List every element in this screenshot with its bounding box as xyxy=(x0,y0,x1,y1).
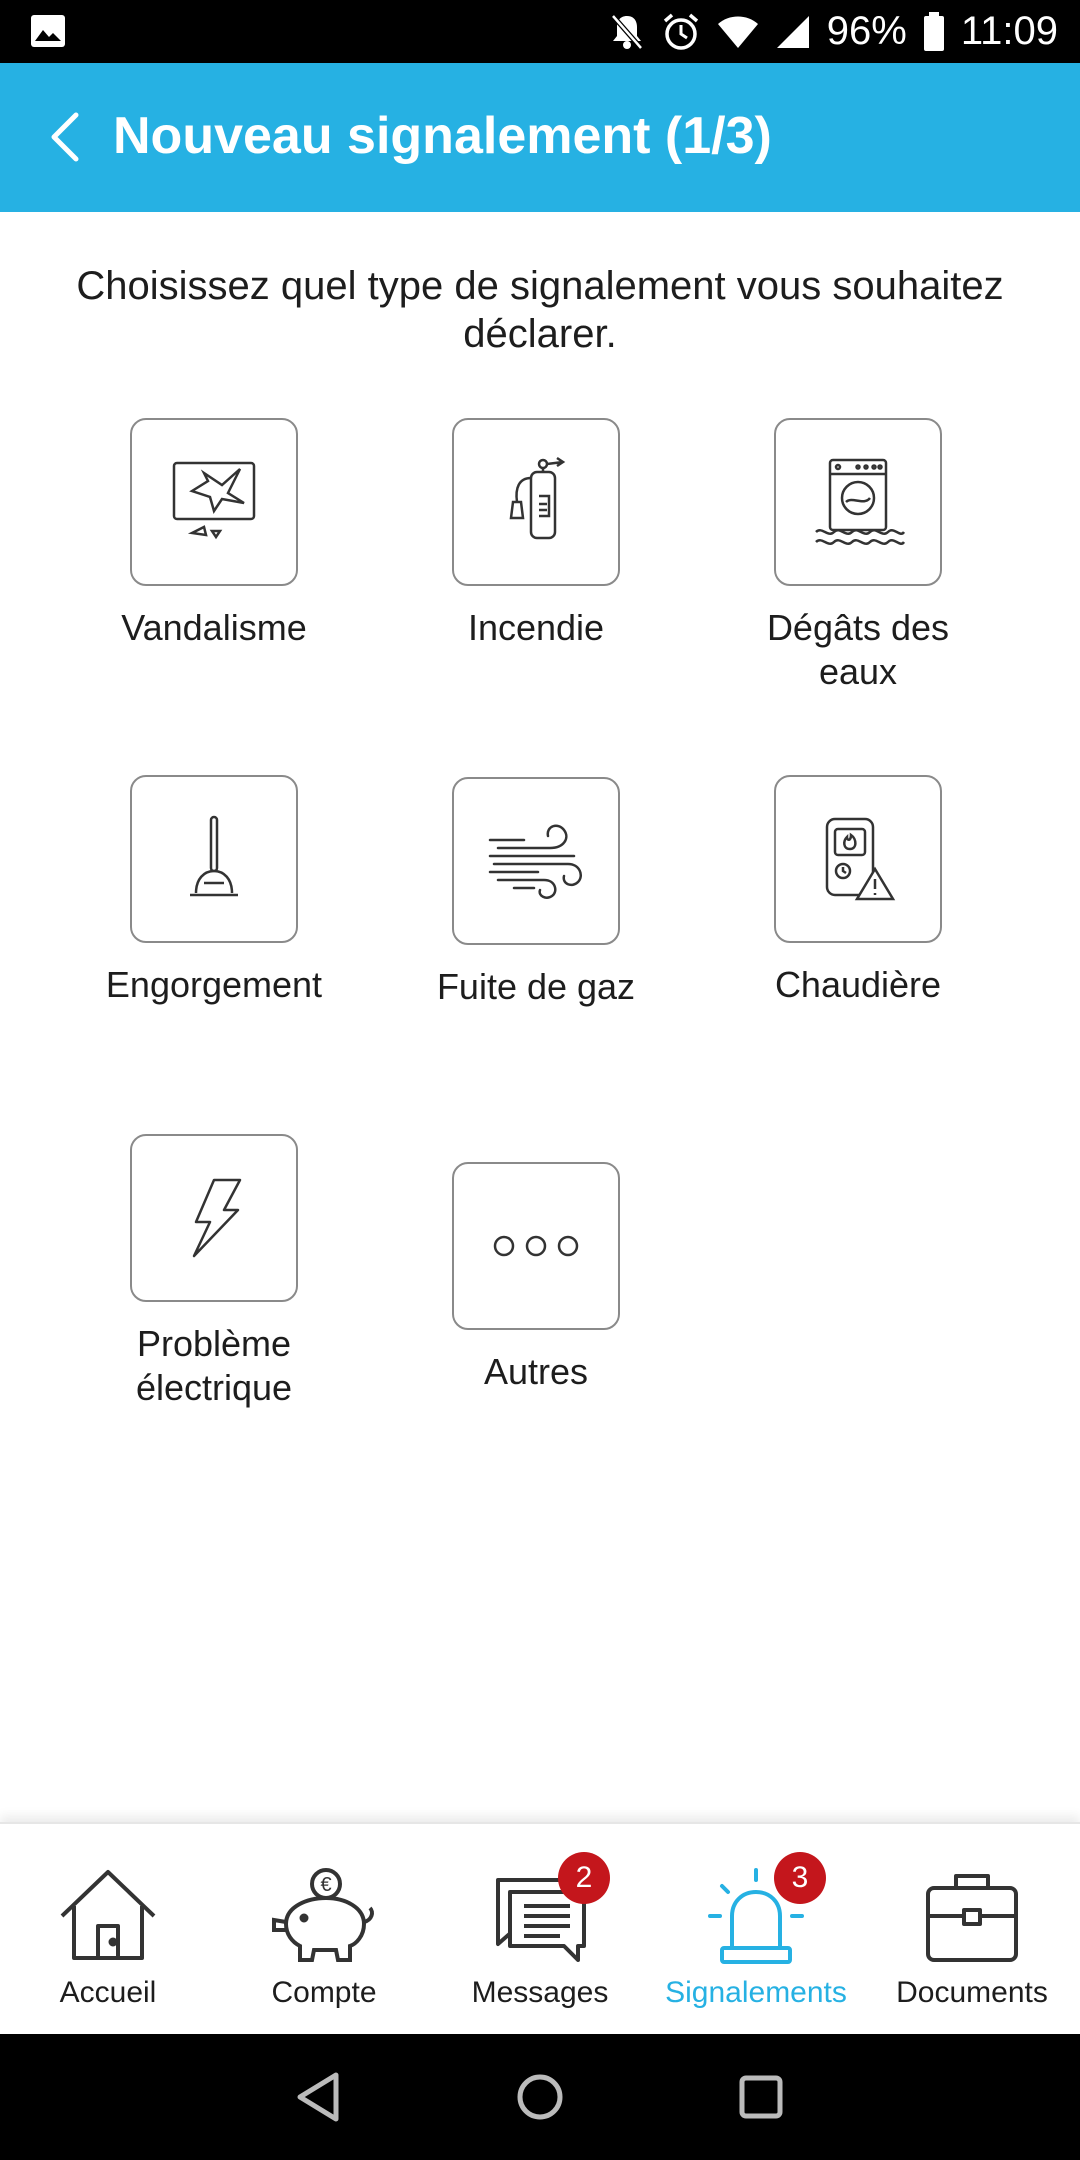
tile-box[interactable] xyxy=(130,775,298,943)
system-home-button[interactable] xyxy=(510,2067,570,2127)
tile-label: Autres xyxy=(483,1351,589,1392)
nav-label: Accueil xyxy=(59,1976,157,2009)
tile-box[interactable] xyxy=(452,418,620,586)
signal-icon xyxy=(775,14,811,50)
intro-text: Choisissez quel type de signalement vous… xyxy=(76,264,1004,356)
status-bar: 96% 11:09 xyxy=(0,0,1080,63)
briefcase-icon xyxy=(926,1874,1018,1962)
tile-probleme-electrique[interactable]: Problème électrique xyxy=(64,1134,364,1410)
tile-box[interactable] xyxy=(774,418,942,586)
tile-autres[interactable]: Autres xyxy=(386,1162,686,1394)
tile-fuite-de-gaz[interactable]: Fuite de gaz xyxy=(386,777,686,1009)
clock-time: 11:09 xyxy=(960,9,1058,53)
flooded-washing-machine-icon xyxy=(815,458,906,545)
fire-extinguisher-icon xyxy=(509,456,566,540)
back-arrow-icon xyxy=(51,112,79,162)
more-dots-icon xyxy=(493,1235,579,1257)
tile-vandalisme[interactable]: Vandalisme xyxy=(64,418,364,650)
lightning-icon xyxy=(192,1178,242,1258)
piggy-bank-icon: € xyxy=(272,1868,374,1962)
wind-icon xyxy=(488,824,582,899)
circle-home-icon xyxy=(517,2074,563,2120)
home-icon xyxy=(60,1870,156,1960)
tile-label: Chaudière xyxy=(774,964,942,1005)
nav-label: Messages xyxy=(471,1976,609,2009)
broken-screen-icon xyxy=(172,461,256,540)
tile-box[interactable] xyxy=(452,1162,620,1330)
boiler-warning-icon xyxy=(825,817,896,901)
battery-percent: 96% xyxy=(826,9,907,53)
tile-label: Fuite de gaz xyxy=(436,966,636,1007)
system-nav-bar xyxy=(0,2034,1080,2160)
tile-degats-des-eaux[interactable]: Dégâts des eaux xyxy=(708,418,1008,694)
triangle-back-icon xyxy=(297,2072,339,2122)
alarm-icon xyxy=(661,12,701,52)
wifi-icon xyxy=(717,15,759,49)
app-bar: Nouveau signalement (1/3) xyxy=(0,63,1080,212)
nav-label: Compte xyxy=(271,1976,377,2009)
tile-box[interactable] xyxy=(130,418,298,586)
tile-label: Dégâts des eaux xyxy=(766,607,950,692)
bottom-nav: Accueil € Compte 2 Messages 3 Signalemen… xyxy=(0,1822,1080,2034)
square-recents-icon xyxy=(739,2075,783,2119)
system-back-button[interactable] xyxy=(290,2067,350,2127)
page-title: Nouveau signalement (1/3) xyxy=(113,107,772,165)
tile-label: Incendie xyxy=(467,607,605,648)
nav-signalements[interactable]: 3 Signalements xyxy=(648,1824,864,2036)
plunger-icon xyxy=(190,815,238,897)
nav-messages[interactable]: 2 Messages xyxy=(432,1824,648,2036)
tile-chaudiere[interactable]: Chaudière xyxy=(708,775,1008,1007)
tile-box[interactable] xyxy=(130,1134,298,1302)
nav-label: Documents xyxy=(896,1976,1048,2009)
back-button[interactable] xyxy=(34,107,94,167)
battery-icon xyxy=(923,11,945,52)
nav-accueil[interactable]: Accueil xyxy=(0,1824,216,2036)
svg-text:€: € xyxy=(320,1874,331,1896)
tile-label: Problème électrique xyxy=(135,1323,293,1408)
tile-incendie[interactable]: Incendie xyxy=(386,418,686,650)
messages-badge: 2 xyxy=(558,1852,610,1904)
tile-box[interactable] xyxy=(774,775,942,943)
tile-box[interactable] xyxy=(452,777,620,945)
tile-engorgement[interactable]: Engorgement xyxy=(64,775,364,1007)
nav-compte[interactable]: € Compte xyxy=(216,1824,432,2036)
nav-documents[interactable]: Documents xyxy=(864,1824,1080,2036)
signalements-badge: 3 xyxy=(774,1852,826,1904)
nav-label: Signalements xyxy=(665,1976,847,2009)
mute-icon xyxy=(609,12,645,52)
tile-label: Engorgement xyxy=(105,964,323,1005)
system-recents-button[interactable] xyxy=(731,2067,791,2127)
gallery-notification-icon xyxy=(30,14,66,53)
tile-label: Vandalisme xyxy=(121,607,307,648)
